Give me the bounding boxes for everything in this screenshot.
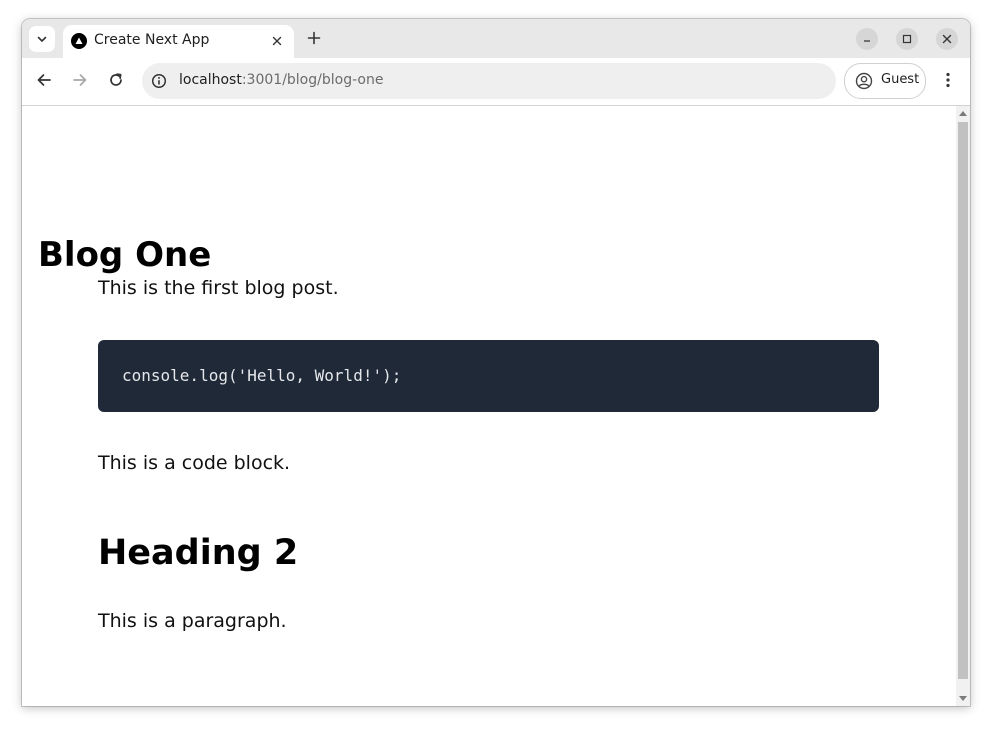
- browser-window: Create Next App localhost:3001/blog/blog…: [22, 19, 970, 706]
- arrow-right-icon: [73, 74, 87, 86]
- more-vertical-icon: [946, 72, 950, 88]
- close-icon: [942, 34, 952, 44]
- url-text: localhost:3001/blog/blog-one: [179, 72, 383, 88]
- section-heading: Heading 2: [98, 533, 299, 573]
- forward-button[interactable]: [70, 70, 90, 90]
- intro-paragraph: This is the first blog post.: [98, 277, 339, 299]
- profile-label: Guest: [881, 72, 920, 87]
- minimize-button[interactable]: [856, 28, 878, 50]
- reload-button[interactable]: [106, 70, 126, 90]
- maximize-button[interactable]: [896, 28, 918, 50]
- new-tab-button[interactable]: [303, 27, 325, 49]
- browser-toolbar: localhost:3001/blog/blog-one Guest: [22, 58, 970, 106]
- reload-icon: [110, 73, 122, 86]
- scroll-up-arrow-icon[interactable]: [959, 111, 967, 116]
- account-circle-icon: [855, 72, 873, 90]
- code-caption: This is a code block.: [98, 452, 291, 474]
- profile-button[interactable]: Guest: [844, 63, 926, 99]
- tab-search-button[interactable]: [29, 26, 55, 52]
- chevron-down-icon: [37, 36, 47, 42]
- plus-icon: [307, 31, 321, 45]
- page-title: Blog One: [38, 235, 212, 275]
- url-path: :3001/blog/blog-one: [241, 72, 384, 88]
- scrollbar-thumb[interactable]: [958, 122, 968, 679]
- nextjs-triangle-icon: [71, 33, 87, 49]
- code-text: console.log('Hello, World!');: [122, 366, 402, 385]
- body-paragraph: This is a paragraph.: [98, 610, 287, 632]
- minimize-icon: [864, 40, 870, 42]
- page-content: Blog One This is the first blog post. co…: [22, 106, 956, 706]
- browser-menu-button[interactable]: [938, 70, 958, 90]
- window-close-button[interactable]: [936, 28, 958, 50]
- tab-title: Create Next App: [94, 32, 210, 48]
- back-button[interactable]: [34, 70, 54, 90]
- arrow-left-icon: [37, 74, 51, 86]
- url-host: localhost: [179, 72, 242, 88]
- tab-strip: Create Next App: [22, 19, 970, 58]
- tab-close-button[interactable]: [268, 32, 286, 50]
- close-icon: [272, 36, 282, 46]
- vertical-scrollbar[interactable]: [956, 106, 970, 706]
- address-bar[interactable]: localhost:3001/blog/blog-one: [142, 63, 836, 99]
- info-icon: [151, 73, 167, 89]
- code-block: console.log('Hello, World!');: [98, 340, 879, 412]
- scroll-down-arrow-icon[interactable]: [959, 696, 967, 701]
- maximize-icon: [902, 34, 912, 44]
- site-info-button[interactable]: [150, 72, 168, 90]
- tab-active[interactable]: Create Next App: [63, 25, 294, 58]
